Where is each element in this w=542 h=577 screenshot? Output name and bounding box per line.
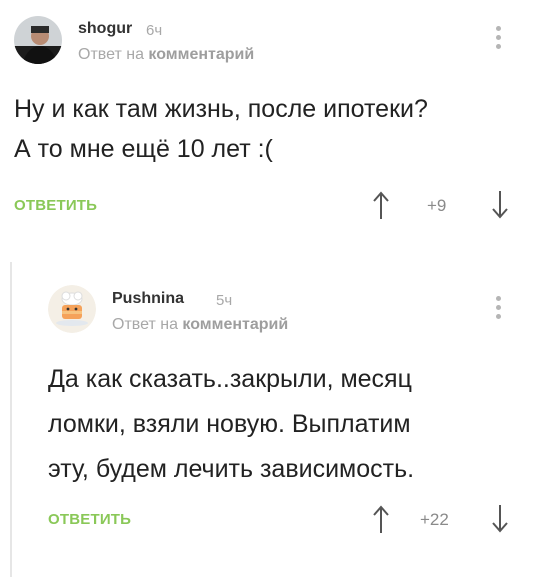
comment-text-line: ломки, взяли новую. Выплатим (48, 410, 411, 438)
comment-reply: Pushnina 5ч Ответ на комментарий Да как … (0, 0, 542, 577)
reply-button[interactable]: ОТВЕТИТЬ (48, 511, 131, 528)
more-options-icon[interactable] (494, 296, 504, 323)
comment-time: 5ч (216, 292, 233, 309)
upvote-arrow-icon[interactable] (372, 504, 390, 534)
comment-text-line: Да как сказать..закрыли, месяц (48, 365, 412, 393)
rating-value: +22 (420, 510, 449, 529)
downvote-arrow-icon[interactable] (491, 504, 509, 534)
reply-to-label: Ответ на комментарий (112, 316, 288, 334)
chef-cake-avatar-icon (48, 285, 96, 333)
reply-to-link[interactable]: комментарий (182, 316, 288, 333)
comment-text-line: эту, будем лечить зависимость. (48, 455, 415, 483)
username[interactable]: Pushnina (112, 290, 184, 308)
avatar[interactable] (48, 285, 96, 333)
reply-prefix: Ответ на (112, 316, 178, 333)
